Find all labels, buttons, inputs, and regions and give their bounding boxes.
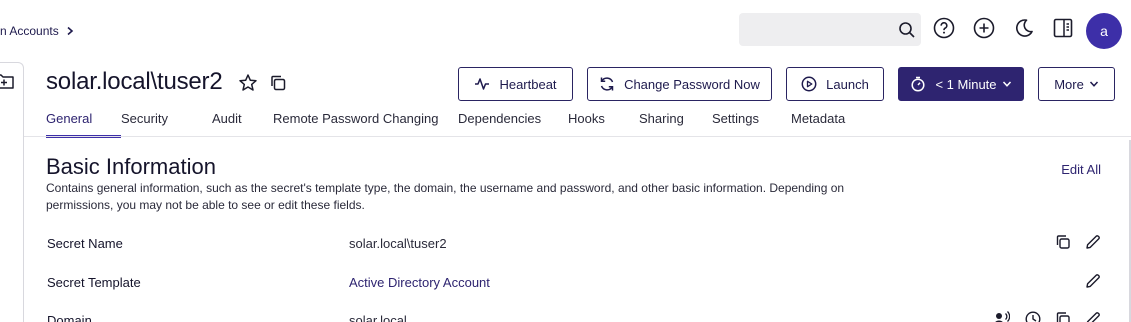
page-title: solar.local\tuser2 xyxy=(46,68,223,95)
left-panel-strip xyxy=(0,62,24,322)
chevron-right-icon xyxy=(67,26,73,36)
help-icon[interactable] xyxy=(932,16,956,40)
play-circle-icon xyxy=(801,76,817,92)
panel-toggle-icon[interactable] xyxy=(1051,16,1075,40)
avatar-letter: a xyxy=(1100,23,1108,39)
tab-label: Sharing xyxy=(639,111,684,126)
tab-general[interactable]: General xyxy=(46,111,121,138)
field-label: Secret Name xyxy=(47,236,123,251)
chevron-down-icon xyxy=(1002,81,1011,87)
edit-pencil-icon[interactable] xyxy=(1084,272,1102,290)
breadcrumb-label[interactable]: n Accounts xyxy=(0,24,59,38)
tab-label: Security xyxy=(121,111,168,126)
tab-remote-password-changing[interactable]: Remote Password Changing xyxy=(273,111,458,137)
tab-label: General xyxy=(46,111,93,126)
tab-bar: General Security Audit Remote Password C… xyxy=(46,111,861,138)
change-password-button[interactable]: Change Password Now xyxy=(587,67,772,101)
tab-sharing[interactable]: Sharing xyxy=(639,111,712,137)
tab-label: Remote Password Changing xyxy=(273,111,439,126)
checkout-timer-button[interactable]: < 1 Minute xyxy=(898,67,1024,101)
field-label: Domain xyxy=(47,313,92,322)
tab-dependencies[interactable]: Dependencies xyxy=(458,111,568,137)
launch-label: Launch xyxy=(826,76,869,92)
tab-settings[interactable]: Settings xyxy=(712,111,791,137)
tabs-divider xyxy=(24,136,1131,137)
field-row-domain: Domain solar.local xyxy=(46,310,1106,322)
tab-hooks[interactable]: Hooks xyxy=(568,111,639,137)
favorite-star-icon[interactable] xyxy=(238,73,258,93)
search-input[interactable] xyxy=(739,13,921,46)
stopwatch-icon xyxy=(911,76,926,92)
tab-label: Dependencies xyxy=(458,111,542,126)
edit-all-button[interactable]: Edit All xyxy=(1061,162,1101,177)
more-button[interactable]: More xyxy=(1038,67,1115,101)
heartbeat-button[interactable]: Heartbeat xyxy=(458,67,573,101)
breadcrumb[interactable]: n Accounts xyxy=(0,24,75,38)
refresh-icon xyxy=(600,77,614,91)
field-row-secret-name: Secret Name solar.local\tuser2 xyxy=(46,233,1106,256)
checkout-timer-label: < 1 Minute xyxy=(935,76,997,92)
tab-audit[interactable]: Audit xyxy=(212,111,273,137)
heartbeat-label: Heartbeat xyxy=(499,76,557,92)
field-row-secret-template: Secret Template Active Directory Account xyxy=(46,272,1106,295)
copy-icon[interactable] xyxy=(1054,233,1072,251)
section-title: Basic Information xyxy=(46,154,216,179)
section-description: Contains general information, such as th… xyxy=(46,181,845,212)
change-password-label: Change Password Now xyxy=(624,76,760,92)
heartbeat-icon xyxy=(475,78,490,90)
field-value: solar.local\tuser2 xyxy=(349,236,447,251)
copy-icon[interactable] xyxy=(1054,310,1072,322)
template-link[interactable]: Active Directory Account xyxy=(349,275,490,290)
tab-security[interactable]: Security xyxy=(121,111,212,137)
moon-icon[interactable] xyxy=(1012,16,1036,40)
field-label: Secret Template xyxy=(47,275,141,290)
edit-pencil-icon[interactable] xyxy=(1084,233,1102,251)
chevron-down-icon xyxy=(1089,81,1098,87)
history-clock-icon[interactable] xyxy=(1024,310,1042,322)
edit-pencil-icon[interactable] xyxy=(1084,310,1102,322)
user-voice-icon[interactable] xyxy=(992,310,1010,322)
tab-metadata[interactable]: Metadata xyxy=(791,111,861,137)
add-folder-icon[interactable] xyxy=(0,72,14,90)
tab-label: Audit xyxy=(212,111,242,126)
tab-label: Hooks xyxy=(568,111,605,126)
tab-label: Metadata xyxy=(791,111,846,126)
copy-icon[interactable] xyxy=(268,73,288,93)
search-icon[interactable] xyxy=(898,21,916,39)
add-circle-icon[interactable] xyxy=(972,16,996,40)
more-label: More xyxy=(1054,76,1084,92)
field-value: solar.local xyxy=(349,313,407,322)
launch-button[interactable]: Launch xyxy=(786,67,884,101)
tab-label: Settings xyxy=(712,111,759,126)
avatar[interactable]: a xyxy=(1086,13,1122,49)
